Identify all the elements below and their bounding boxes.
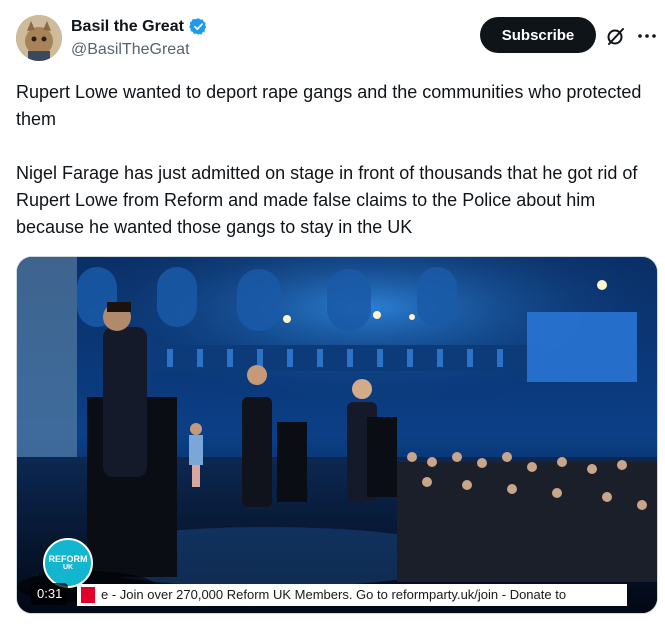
video-player[interactable]: REFORM UK e - Join over 270,000 Reform U… (16, 256, 658, 614)
author-handle[interactable]: @BasilTheGreat (71, 41, 190, 59)
ticker-accent-bar (81, 587, 95, 603)
logo-line-2: UK (62, 564, 74, 571)
tweet-paragraph: Nigel Farage has just admitted on stage … (16, 163, 638, 237)
grok-icon[interactable] (604, 24, 628, 48)
video-frame (17, 257, 657, 613)
avatar-image (16, 15, 62, 61)
author-display-name[interactable]: Basil the Great (71, 18, 184, 36)
news-ticker: e - Join over 270,000 Reform UK Members.… (77, 584, 627, 606)
author-avatar[interactable] (16, 15, 62, 61)
ticker-text: e - Join over 270,000 Reform UK Members.… (101, 587, 567, 602)
more-options-icon[interactable] (636, 25, 658, 47)
reform-uk-logo: REFORM UK (43, 538, 93, 588)
tweet-paragraph: Rupert Lowe wanted to deport rape gangs … (16, 82, 642, 129)
author-name-row: Basil the Great (71, 17, 208, 36)
logo-line-1: REFORM (48, 554, 88, 564)
verified-badge-icon (189, 17, 208, 36)
tweet-text: Rupert Lowe wanted to deport rape gangs … (16, 79, 646, 241)
video-duration-badge: 0:31 (31, 583, 69, 605)
subscribe-button[interactable]: Subscribe (480, 17, 596, 53)
